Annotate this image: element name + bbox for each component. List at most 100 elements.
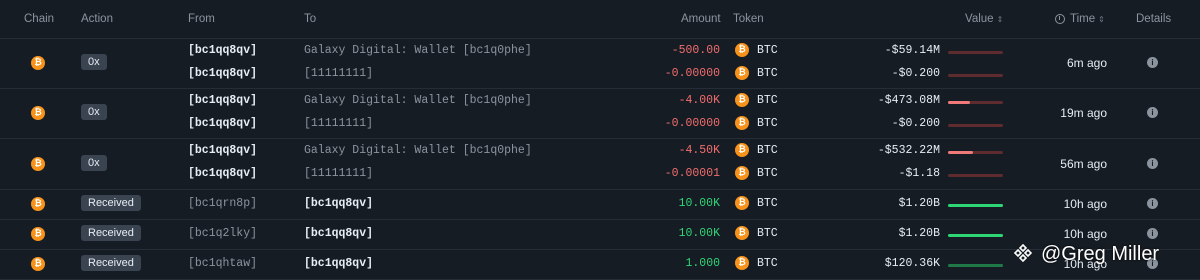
btc-icon: ₿ (735, 116, 749, 130)
value-bar (948, 74, 1003, 77)
action-badge: 0x (81, 104, 107, 120)
bitcoin-chain-icon: ₿ (31, 106, 45, 120)
amount: -0.00000 (664, 117, 720, 130)
header-chain: Chain (24, 13, 55, 25)
watermark-text: @Greg Miller (1041, 243, 1160, 265)
from-address[interactable]: [bc1qq8qv] (188, 144, 257, 157)
bitcoin-chain-icon: ₿ (31, 156, 45, 171)
value-bar-fill (948, 151, 973, 154)
info-icon[interactable]: i (1147, 157, 1158, 169)
value-bar (948, 101, 1003, 104)
token-symbol: BTC (757, 44, 778, 57)
value: -$1.18 (898, 167, 940, 180)
to-address[interactable]: [bc1qq8qv] (304, 257, 373, 270)
bitcoin-chain-icon: ₿ (31, 257, 45, 271)
amount: -0.00001 (664, 167, 720, 180)
token-symbol: BTC (757, 94, 778, 107)
btc-icon: ₿ (735, 66, 749, 80)
clock-icon (1055, 14, 1065, 24)
from-address[interactable]: [bc1qq8qv] (188, 94, 257, 107)
action-badge: Received (81, 255, 141, 271)
value-bar (948, 174, 1003, 177)
to-address[interactable]: [11111111] (304, 167, 373, 180)
action-badge: Received (81, 225, 141, 241)
from-address[interactable]: [bc1qq8qv] (188, 44, 257, 57)
header-value[interactable]: Value ⇕ (965, 13, 1003, 25)
btc-icon: ₿ (735, 43, 749, 57)
btc-icon: ₿ (735, 256, 749, 270)
time-ago: 56m ago (1060, 156, 1107, 171)
info-icon[interactable]: i (1147, 198, 1158, 209)
value: -$59.14M (884, 44, 940, 57)
time-ago: 19m ago (1060, 106, 1107, 120)
token-symbol: BTC (757, 197, 778, 210)
amount: -0.00000 (664, 67, 720, 80)
from-address[interactable]: [bc1qrn8p] (188, 197, 257, 210)
header-to: To (304, 13, 317, 25)
token-symbol: BTC (757, 67, 778, 80)
header-from: From (188, 13, 215, 25)
token-symbol: BTC (757, 144, 778, 157)
transaction-row[interactable]: ₿ 0x 6m ago i [bc1qq8qv] Galaxy Digital: Wall… (0, 38, 1200, 89)
value: $1.20B (898, 227, 940, 240)
btc-icon: ₿ (735, 93, 749, 107)
to-address[interactable]: [bc1qq8qv] (304, 227, 373, 240)
from-address[interactable]: [bc1q2lky] (188, 227, 257, 240)
time-ago: 10h ago (1063, 227, 1107, 241)
header-amount: Amount (681, 13, 721, 25)
value-bar (948, 234, 1003, 237)
table-row[interactable]: ₿ Received 10h ago i [bc1qrn8p] [bc1qq8qv] 10.… (0, 189, 1200, 220)
header-time[interactable]: Time ⇕ (1055, 13, 1105, 25)
bitcoin-chain-icon: ₿ (31, 227, 45, 241)
value-bar (948, 264, 1003, 267)
header-value-label: Value (965, 13, 994, 25)
to-address[interactable]: [bc1qq8qv] (304, 197, 373, 210)
from-address[interactable]: [bc1qq8qv] (188, 67, 257, 80)
from-address[interactable]: [bc1qq8qv] (188, 167, 257, 180)
btc-icon: ₿ (735, 166, 749, 180)
value-bar (948, 151, 1003, 154)
sort-icon[interactable]: ⇕ (997, 15, 1004, 24)
time-ago: 10h ago (1063, 197, 1107, 211)
sort-icon[interactable]: ⇕ (1098, 15, 1105, 24)
btc-icon: ₿ (735, 143, 749, 157)
token-symbol: BTC (757, 117, 778, 130)
amount: 10.00K (678, 227, 720, 240)
from-address[interactable]: [bc1qhtaw] (188, 257, 257, 270)
btc-icon: ₿ (735, 226, 749, 240)
info-icon[interactable]: i (1147, 107, 1158, 118)
amount: -500.00 (671, 44, 720, 57)
transaction-row[interactable]: ₿ 0x 56m ago i [bc1qq8qv] Galaxy Digital: Wal… (0, 138, 1200, 190)
from-address[interactable]: [bc1qq8qv] (188, 117, 257, 130)
to-address[interactable]: [11111111] (304, 117, 373, 130)
time-ago: 6m ago (1066, 56, 1107, 70)
transaction-row[interactable]: ₿ 0x 19m ago i [bc1qq8qv] Galaxy Digital: Wal… (0, 88, 1200, 139)
info-icon[interactable]: i (1147, 228, 1158, 239)
binance-logo-icon (1013, 243, 1033, 263)
header-action: Action (81, 13, 113, 25)
value-bar (948, 124, 1003, 127)
action-badge: Received (81, 195, 141, 211)
info-icon[interactable]: i (1147, 57, 1158, 68)
to-address[interactable]: [11111111] (304, 67, 373, 80)
value: -$532.22M (877, 144, 940, 157)
action-badge: 0x (81, 154, 107, 171)
value: -$473.08M (877, 94, 940, 107)
value: -$0.200 (891, 67, 940, 80)
value-bar-fill (948, 101, 970, 104)
table-header: Chain Action From To Amount Token Value ⇕… (0, 0, 1200, 39)
bitcoin-chain-icon: ₿ (31, 56, 45, 70)
token-symbol: BTC (757, 227, 778, 240)
value-bar (948, 204, 1003, 207)
to-address[interactable]: Galaxy Digital: Wallet [bc1q0phe] (304, 144, 532, 157)
header-details: Details (1136, 13, 1172, 25)
amount: -4.50K (678, 144, 720, 157)
value: $120.36K (884, 257, 940, 270)
to-address[interactable]: Galaxy Digital: Wallet [bc1q0phe] (304, 94, 532, 107)
watermark: @Greg Miller (1013, 243, 1159, 266)
action-badge: 0x (81, 54, 107, 70)
amount: 1.000 (685, 257, 720, 270)
value-bar (948, 51, 1003, 54)
amount: -4.00K (678, 94, 720, 107)
to-address[interactable]: Galaxy Digital: Wallet [bc1q0phe] (304, 44, 532, 57)
